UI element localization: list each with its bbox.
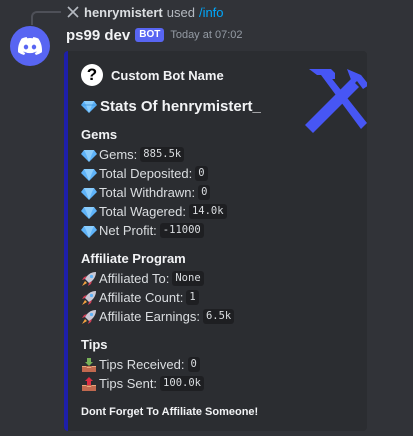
- reply-username[interactable]: henrymistert: [84, 5, 163, 20]
- reply-used-text: used: [166, 4, 195, 20]
- total-wagered-value: 14.0k: [188, 204, 227, 219]
- affiliated-to-line: Affiliated To: None: [81, 269, 357, 288]
- total-wagered-label: Total Wagered:: [99, 204, 186, 219]
- rocket-icon: [82, 290, 96, 305]
- command-reply[interactable]: henrymistert used /info: [66, 4, 224, 20]
- message-timestamp[interactable]: Today at 07:02: [170, 29, 242, 41]
- tips-field-name: Tips: [81, 337, 108, 352]
- gem-icon: [81, 225, 97, 238]
- tips-received-value: 0: [187, 357, 200, 372]
- gem-icon: [81, 101, 97, 113]
- tips-sent-label: Tips Sent:: [99, 376, 158, 391]
- gems-value: 885.5k: [140, 147, 185, 162]
- tips-sent-line: Tips Sent: 100.0k: [81, 374, 357, 393]
- inbox-tray-icon: [82, 357, 96, 372]
- affiliate-earnings-label: Affiliate Earnings:: [99, 309, 200, 324]
- discord-logo-icon: [18, 37, 42, 55]
- total-wagered-line: Total Wagered: 14.0k: [81, 202, 357, 221]
- bot-username[interactable]: ps99 dev: [66, 27, 130, 44]
- embed-author: ? Custom Bot Name: [81, 63, 357, 87]
- embed-footer-note: Dont Forget To Affiliate Someone!: [81, 406, 259, 418]
- reply-command[interactable]: /info: [199, 5, 224, 20]
- total-deposited-value: 0: [195, 166, 208, 181]
- total-withdrawn-label: Total Withdrawn:: [99, 185, 196, 200]
- question-mark-icon: ?: [81, 64, 103, 86]
- affiliate-count-line: Affiliate Count: 1: [81, 288, 357, 307]
- affiliate-field-name: Affiliate Program: [81, 251, 186, 266]
- affiliate-count-value: 1: [186, 290, 199, 305]
- total-withdrawn-line: Total Withdrawn: 0: [81, 183, 357, 202]
- rocket-icon: [82, 309, 96, 324]
- affiliate-earnings-value: 6.5k: [202, 309, 235, 324]
- bot-badge: BOT: [135, 28, 165, 42]
- affiliated-to-label: Affiliated To:: [99, 271, 170, 286]
- gem-icon: [81, 168, 97, 181]
- rocket-icon: [82, 271, 96, 286]
- affiliate-earnings-line: Affiliate Earnings: 6.5k: [81, 307, 357, 326]
- total-withdrawn-value: 0: [198, 185, 211, 200]
- gem-icon: [81, 206, 97, 219]
- gem-icon: [81, 149, 97, 162]
- message-header: ps99 dev BOT Today at 07:02: [66, 25, 243, 45]
- slash-command-icon: [66, 5, 80, 19]
- embed-title: Stats Of henrymistert_: [81, 96, 357, 116]
- tips-received-line: Tips Received: 0: [81, 355, 357, 374]
- tips-sent-value: 100.0k: [160, 376, 204, 391]
- total-deposited-label: Total Deposited:: [99, 166, 193, 181]
- net-profit-value: -11000: [159, 223, 204, 238]
- reply-connector: [31, 11, 61, 25]
- gems-label: Gems:: [99, 147, 138, 162]
- embed-author-name: Custom Bot Name: [111, 67, 224, 83]
- outbox-tray-icon: [82, 376, 96, 391]
- gems-field: Gems Gems: 885.5k Total Deposited: 0 Tot…: [81, 126, 357, 240]
- affiliate-count-label: Affiliate Count:: [99, 290, 184, 305]
- gems-field-name: Gems: [81, 127, 118, 142]
- embed-title-text: Stats Of henrymistert_: [100, 97, 261, 115]
- bot-badge-label: BOT: [139, 29, 161, 40]
- tips-field: Tips Tips Received: 0 Tips Sent: 100.0k: [81, 336, 357, 393]
- net-profit-line: Net Profit: -11000: [81, 221, 357, 240]
- affiliated-to-value: None: [172, 271, 204, 286]
- stats-embed: ? Custom Bot Name Stats Of henrymistert_…: [64, 51, 367, 431]
- gem-icon: [81, 187, 97, 200]
- net-profit-label: Net Profit:: [99, 223, 157, 238]
- gems-line: Gems: 885.5k: [81, 145, 357, 164]
- total-deposited-line: Total Deposited: 0: [81, 164, 357, 183]
- tips-received-label: Tips Received:: [99, 357, 185, 372]
- affiliate-field: Affiliate Program Affiliated To: None Af…: [81, 250, 357, 326]
- embed-accent-bar: [64, 51, 68, 431]
- avatar[interactable]: [10, 26, 50, 66]
